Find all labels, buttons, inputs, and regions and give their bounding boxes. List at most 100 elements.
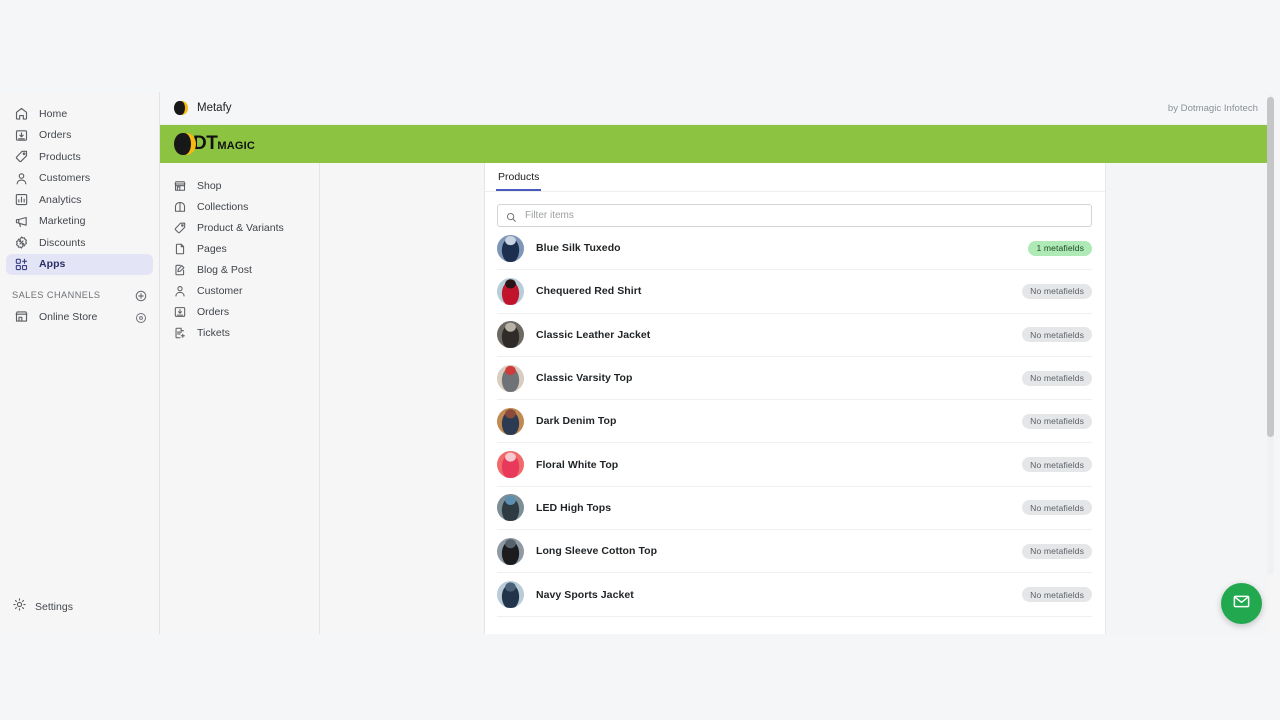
product-name: Chequered Red Shirt <box>536 285 642 298</box>
product-name: Blue Silk Tuxedo <box>536 242 621 255</box>
search-input[interactable] <box>525 210 1083 221</box>
vertical-scrollbar[interactable] <box>1267 95 1274 575</box>
chat-support-button[interactable] <box>1221 583 1262 624</box>
product-name: LED High Tops <box>536 501 612 514</box>
product-row[interactable]: Navy Sports Jacket No metafields <box>497 573 1092 617</box>
page-icon <box>172 242 188 256</box>
product-row[interactable]: Blue Silk Tuxedo 1 metafields <box>497 227 1092 271</box>
main-sidebar: Home Orders Products Customers Analytics Mark… <box>0 92 160 634</box>
sales-channels-header: SALES CHANNELS <box>12 289 147 302</box>
products-panel: Products Blue Silk Tuxedo 1 metafields Che… <box>485 163 1106 634</box>
app-nav-item-blog-post[interactable]: Blog & Post <box>160 259 319 280</box>
product-row[interactable]: Classic Varsity Top No metafields <box>497 357 1092 401</box>
brand-band: DT MAGIC <box>160 125 1270 163</box>
admin-shell: Home Orders Products Customers Analytics Mark… <box>0 92 1280 634</box>
metafields-badge: No metafields <box>1022 327 1092 343</box>
sidebar-item-products[interactable]: Products <box>6 146 153 168</box>
product-name: Navy Sports Jacket <box>536 588 634 601</box>
product-thumbnail <box>497 321 524 349</box>
product-row[interactable]: LED High Tops No metafields <box>497 487 1092 531</box>
app-nav-item-label: Blog & Post <box>197 263 252 276</box>
app-nav-item-label: Collections <box>197 200 249 213</box>
product-thumbnail <box>497 581 524 609</box>
product-row[interactable]: Chequered Red Shirt No metafields <box>497 270 1092 314</box>
ticket-add-icon <box>172 326 188 340</box>
sidebar-item-analytics[interactable]: Analytics <box>6 189 153 211</box>
metafy-moon-logo <box>174 101 188 115</box>
product-row[interactable]: Floral White Top No metafields <box>497 443 1092 487</box>
filter-items-search[interactable] <box>497 204 1092 227</box>
app-nav-item-orders[interactable]: Orders <box>160 301 319 322</box>
product-row[interactable]: Classic Leather Jacket No metafields <box>497 314 1092 357</box>
product-row[interactable]: Dark Denim Top No metafields <box>497 400 1092 444</box>
sidebar-channels: Online Store <box>0 306 159 328</box>
sidebar-item-label: Marketing <box>39 215 86 228</box>
product-thumbnail <box>497 537 524 565</box>
sidebar-item-label: Discounts <box>39 236 86 249</box>
app-nav-item-label: Shop <box>197 179 222 192</box>
gear-icon <box>12 597 27 617</box>
sidebar-item-label: Products <box>39 150 81 163</box>
sidebar-item-label: Apps <box>39 258 66 271</box>
app-nav-item-customer[interactable]: Customer <box>160 280 319 301</box>
product-list: Blue Silk Tuxedo 1 metafields Chequered Re… <box>485 227 1105 617</box>
brand-secondary: MAGIC <box>217 140 255 152</box>
product-thumbnail <box>497 451 524 479</box>
search-wrap <box>485 192 1105 227</box>
analytics-icon <box>12 192 31 208</box>
sidebar-channel-online-store[interactable]: Online Store <box>6 306 153 328</box>
product-row[interactable]: Long Sleeve Cotton Top No metafields <box>497 530 1092 574</box>
sidebar-item-marketing[interactable]: Marketing <box>6 211 153 233</box>
sidebar-item-settings[interactable]: Settings <box>6 597 73 619</box>
sales-channels-label: SALES CHANNELS <box>12 290 101 300</box>
blog-pencil-icon <box>172 263 188 277</box>
apps-icon <box>12 256 31 272</box>
customers-icon <box>12 170 31 186</box>
app-nav-item-collections[interactable]: Collections <box>160 196 319 217</box>
sidebar-item-home[interactable]: Home <box>6 103 153 125</box>
app-spacer-column <box>320 163 485 634</box>
tab-products[interactable]: Products <box>496 171 542 191</box>
product-thumbnail <box>497 364 524 392</box>
sidebar-item-label: Home <box>39 107 68 120</box>
scrollbar-thumb[interactable] <box>1267 97 1274 437</box>
product-tag-icon <box>172 221 188 235</box>
sidebar-item-apps[interactable]: Apps <box>6 253 153 275</box>
app-body: Shop Collections Product & Variants Pages Bl… <box>160 163 1270 634</box>
app-nav-item-shop[interactable]: Shop <box>160 175 319 196</box>
sidebar-item-label: Customers <box>39 172 91 185</box>
right-padding-area <box>1106 163 1270 634</box>
embedded-app-area: Metafy by Dotmagic Infotech DT MAGIC Sho… <box>160 92 1270 634</box>
app-credit: by Dotmagic Infotech <box>1167 102 1258 114</box>
app-name: Metafy <box>197 102 232 114</box>
app-nav-item-pages[interactable]: Pages <box>160 238 319 259</box>
metafields-badge: No metafields <box>1022 413 1092 429</box>
metafields-badge: No metafields <box>1022 500 1092 516</box>
envelope-icon <box>1232 592 1251 616</box>
product-name: Classic Varsity Top <box>536 372 633 385</box>
sidebar-item-orders[interactable]: Orders <box>6 125 153 147</box>
app-nav-item-label: Product & Variants <box>197 221 284 234</box>
home-icon <box>12 106 31 122</box>
app-nav-item-product-variants[interactable]: Product & Variants <box>160 217 319 238</box>
product-name: Classic Leather Jacket <box>536 328 651 341</box>
metafields-badge: No metafields <box>1022 457 1092 473</box>
sidebar-channel-label: Online Store <box>39 310 98 323</box>
app-nav-item-label: Customer <box>197 284 243 297</box>
product-name: Dark Denim Top <box>536 415 617 428</box>
sidebar-item-settings-label: Settings <box>35 601 73 614</box>
product-thumbnail <box>497 407 524 435</box>
app-nav-item-label: Orders <box>197 305 230 318</box>
eye-icon[interactable] <box>135 311 147 323</box>
app-nav-item-label: Pages <box>197 242 227 255</box>
sidebar-item-discounts[interactable]: Discounts <box>6 232 153 254</box>
sidebar-item-label: Analytics <box>39 193 82 206</box>
products-tag-icon <box>12 149 31 165</box>
sidebar-item-customers[interactable]: Customers <box>6 168 153 190</box>
product-thumbnail <box>497 494 524 522</box>
plus-circle-icon[interactable] <box>135 289 147 302</box>
app-nav-list: Shop Collections Product & Variants Pages Bl… <box>160 175 319 343</box>
app-nav-item-tickets[interactable]: Tickets <box>160 322 319 343</box>
app-titlebar: Metafy by Dotmagic Infotech <box>160 92 1270 125</box>
app-secondary-nav: Shop Collections Product & Variants Pages Bl… <box>160 163 320 634</box>
